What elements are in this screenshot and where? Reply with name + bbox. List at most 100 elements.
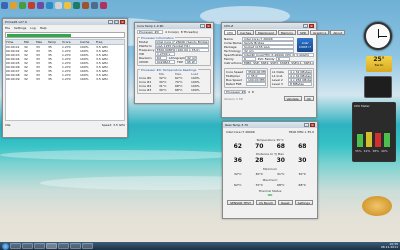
core-temp: 68 <box>298 143 307 150</box>
temperature-values: 62 70 68 68 <box>227 143 313 150</box>
processor-bar: Processor #0 4 Core(s) 8 Thread(s) <box>135 29 213 35</box>
xs-bench-button[interactable]: XS Bench <box>255 200 277 205</box>
app-icon-10[interactable] <box>82 1 89 9</box>
app-icon-5[interactable] <box>37 1 44 9</box>
app-button-2[interactable] <box>58 243 69 249</box>
table-row[interactable]: 00:00:09 32 33 35 1.270 100% 3.5 GHz <box>6 77 124 81</box>
version-label: Version 1.58 <box>224 96 243 101</box>
app-icon-4[interactable] <box>28 1 35 9</box>
col-time[interactable]: Time <box>6 40 24 44</box>
menu-help[interactable]: Help <box>40 26 47 30</box>
media-button[interactable] <box>34 243 45 249</box>
close-icon[interactable]: × <box>310 123 315 127</box>
app-icon-12[interactable] <box>100 1 107 9</box>
cache-label: Level 3 <box>272 82 283 86</box>
explorer-button[interactable] <box>22 243 33 249</box>
window-title: CPU-Z <box>224 24 234 28</box>
minimize-icon[interactable]: – <box>200 24 205 28</box>
app-button-1[interactable] <box>46 243 57 249</box>
cores-value: 4 <box>248 90 250 94</box>
tray-clock[interactable]: 10:35 08.11.2011 <box>381 243 398 249</box>
menu-bar: File Settings Log Help <box>3 25 127 31</box>
window-title: Core Temp 1.0 RC <box>137 24 164 28</box>
app-icon-3[interactable] <box>19 1 26 9</box>
col-vcore[interactable]: Vcore <box>62 40 80 44</box>
core-min: 30°C <box>255 172 263 176</box>
maximize-icon[interactable]: □ <box>114 20 119 24</box>
minimize-icon[interactable]: – <box>108 20 113 24</box>
menu-file[interactable]: File <box>5 26 10 30</box>
close-icon[interactable]: × <box>309 24 314 28</box>
reset-button[interactable]: Reset <box>278 200 293 205</box>
tab-spd[interactable]: SPD <box>297 30 310 35</box>
core-temp: 70 <box>255 143 264 150</box>
realtemp-buttons: SENSOR TEST XS Bench Reset Settings <box>223 200 317 205</box>
clock-gadget[interactable] <box>364 22 392 50</box>
app-icon-7[interactable] <box>55 1 62 9</box>
tab-graphics[interactable]: Graphics <box>310 30 330 35</box>
weather-temp: 25° <box>373 56 385 63</box>
tab-mainboard[interactable]: Mainboard <box>255 30 277 35</box>
processor-info-group: Processor Information Model Intel Core i7… <box>137 36 211 66</box>
app-icon-9[interactable] <box>73 1 80 9</box>
minimum-values: 32°C 30°C 31°C 30°C <box>227 172 313 176</box>
group-title: Processor Information <box>140 36 175 40</box>
validate-button[interactable]: Validate <box>283 96 302 101</box>
threads-count: 8 Thread(s) <box>180 30 198 34</box>
core-distance: 36 <box>233 157 242 164</box>
app-icon-2[interactable] <box>10 1 17 9</box>
status-right: Speed: 3.5 GHz <box>101 123 125 127</box>
col-freq[interactable]: Freq <box>96 40 116 44</box>
threads-value: 8 <box>251 90 254 94</box>
close-icon[interactable]: × <box>206 24 211 28</box>
ie-button[interactable] <box>10 243 21 249</box>
tab-caches[interactable]: Caches <box>237 30 255 35</box>
cpu-meter-gadget[interactable]: CPU Meter 35% 42% 38% 40% <box>352 102 396 162</box>
sensor-test-button[interactable]: SENSOR TEST <box>227 200 254 205</box>
col-cache[interactable]: Cache <box>80 40 96 44</box>
minimize-icon[interactable]: – <box>304 123 309 127</box>
intel-logo: intel CORE i7 <box>297 38 313 52</box>
app-icon-11[interactable] <box>91 1 98 9</box>
menu-log[interactable]: Log <box>30 26 35 30</box>
thermal-status: OK <box>267 193 273 197</box>
clock-value <box>246 82 266 86</box>
close-icon[interactable]: × <box>120 20 125 24</box>
minimum-label: Minimum <box>263 167 277 171</box>
wave <box>0 150 240 160</box>
app-button-4[interactable] <box>82 243 93 249</box>
col-min[interactable]: Min <box>24 40 36 44</box>
settings-button[interactable]: Settings <box>294 200 313 205</box>
core-distance: 28 <box>255 157 264 164</box>
group-title: Processor #0: Temperature Readings <box>140 68 198 72</box>
maximum-label: Maximum <box>262 178 278 182</box>
taskbar: 10:35 08.11.2011 <box>0 242 400 250</box>
app-button-3[interactable] <box>70 243 81 249</box>
cpuz-window: CPU-Z – × CPU Caches Mainboard Memory SPD… <box>221 22 346 118</box>
clock-label: Rated FSB <box>226 82 242 86</box>
cache-value: 8 MBytes <box>288 82 312 86</box>
core-temp: 68 <box>276 143 285 150</box>
tab-memory[interactable]: Memory <box>277 30 297 35</box>
app-icon-1[interactable] <box>1 1 8 9</box>
tab-cpu[interactable]: CPU <box>224 30 237 35</box>
tab-about[interactable]: About <box>330 30 346 35</box>
weather-gadget[interactable]: 25° Berlin <box>366 56 392 72</box>
start-button[interactable] <box>2 242 9 250</box>
core-min: 32°C <box>234 172 242 176</box>
minimize-icon[interactable]: – <box>303 24 308 28</box>
core-min: 30°C <box>298 172 306 176</box>
processor-selection[interactable]: Processor #1 <box>224 90 246 94</box>
menu-settings[interactable]: Settings <box>14 26 26 30</box>
col-temp[interactable]: Temp <box>48 40 62 44</box>
calendar-gadget[interactable] <box>364 76 392 98</box>
tdp-label: TDP <box>177 60 183 64</box>
processor-select[interactable]: Processor #0 <box>137 30 163 34</box>
app-icon-6[interactable] <box>46 1 53 9</box>
ok-button[interactable]: OK <box>303 96 314 101</box>
status-left: Idle <box>5 123 11 127</box>
app-icon-8[interactable] <box>64 1 71 9</box>
core-distance: 30 <box>298 157 307 164</box>
window-title: Prime95 v27.9 <box>5 20 27 24</box>
col-max[interactable]: Max <box>36 40 48 44</box>
